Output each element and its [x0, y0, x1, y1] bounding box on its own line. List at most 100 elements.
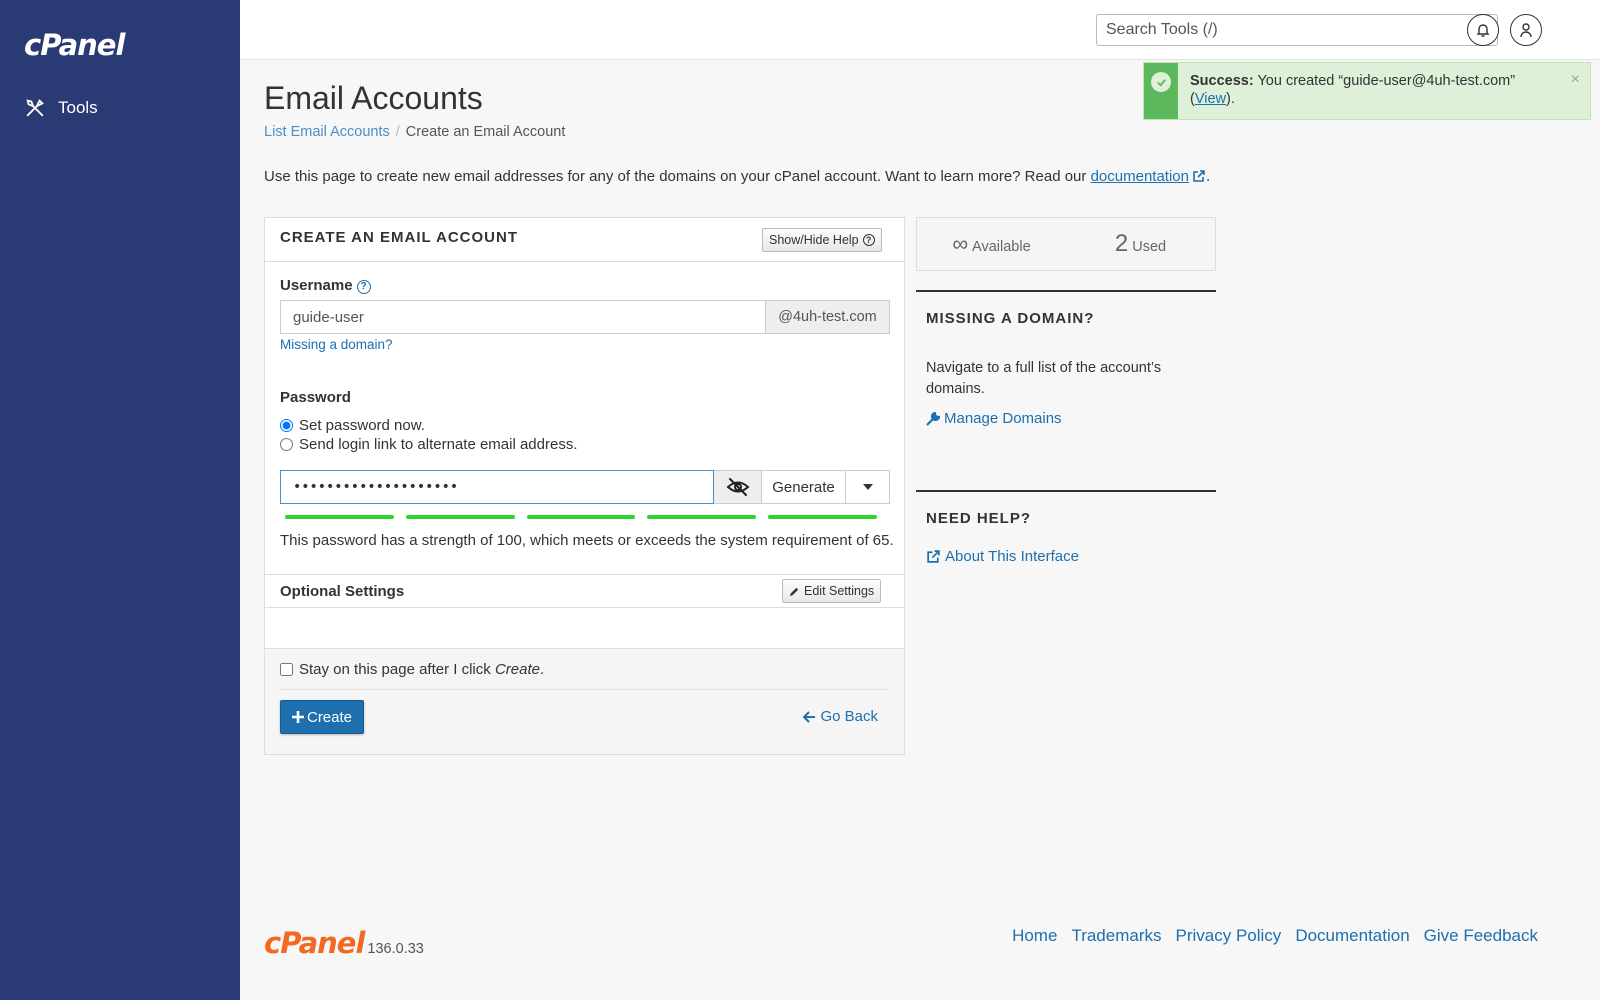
- bell-icon: [1476, 24, 1490, 37]
- top-bar: [240, 0, 1600, 60]
- username-group: @4uh-test.com: [280, 300, 890, 334]
- cpanel-logo[interactable]: cPanel: [24, 28, 125, 62]
- missing-domain-heading: MISSING A DOMAIN?: [926, 310, 1095, 327]
- radio-set-now-input[interactable]: [280, 419, 293, 432]
- user-icon: [1520, 23, 1532, 38]
- panel-footer: Stay on this page after I click Create. …: [265, 648, 904, 754]
- help-icon[interactable]: ?: [356, 280, 371, 294]
- stat-used: 2 Used: [1066, 230, 1215, 258]
- strength-segment: [526, 515, 636, 519]
- question-circle-icon: ?: [862, 234, 875, 246]
- about-interface-link[interactable]: About This Interface: [926, 548, 1079, 565]
- footer-cpanel-logo: cPanel: [264, 926, 365, 960]
- caret-down-icon: [862, 484, 873, 490]
- intro-text: Use this page to create new email addres…: [264, 168, 1210, 185]
- page-title: Email Accounts: [264, 80, 483, 116]
- missing-domain-section: MISSING A DOMAIN? Navigate to a full lis…: [916, 290, 1216, 470]
- sidebar-item-label: Tools: [58, 98, 98, 117]
- panel-header: CREATE AN EMAIL ACCOUNT Show/Hide Help ?: [265, 218, 904, 262]
- panel-body: Username? @4uh-test.com Missing a domain…: [265, 262, 904, 754]
- password-group: Generate: [280, 470, 890, 504]
- notifications-button[interactable]: [1467, 14, 1499, 46]
- create-label: Create: [306, 708, 353, 726]
- radio-set-password-now[interactable]: Set password now.: [280, 417, 425, 434]
- plus-icon: [291, 711, 304, 723]
- show-hide-help-label: Show/Hide Help: [769, 233, 859, 247]
- generate-options-dropdown[interactable]: [846, 470, 890, 504]
- user-menu-button[interactable]: [1510, 14, 1542, 46]
- radio-send-login-link[interactable]: Send login link to alternate email addre…: [280, 436, 578, 453]
- intro-body: Use this page to create new email addres…: [264, 168, 1087, 185]
- account-stats: ∞ Available 2 Used: [916, 217, 1216, 271]
- sidebar-item-tools[interactable]: Tools: [24, 92, 224, 124]
- username-input[interactable]: [280, 300, 766, 334]
- footer-link-documentation[interactable]: Documentation: [1295, 926, 1409, 946]
- edit-settings-button[interactable]: Edit Settings: [782, 579, 882, 603]
- need-help-section: NEED HELP? About This Interface: [916, 490, 1216, 590]
- create-button[interactable]: Create: [280, 700, 364, 734]
- breadcrumb-current: Create an Email Account: [405, 124, 566, 140]
- stat-available: ∞ Available: [917, 231, 1066, 257]
- search-box: [1096, 14, 1498, 46]
- used-value: 2: [1114, 230, 1129, 257]
- main-content: Email Accounts List Email Accounts / Creat…: [240, 60, 1600, 1000]
- strength-segment: [285, 515, 394, 519]
- used-label: Used: [1132, 239, 1167, 255]
- eye-slash-icon: [726, 478, 749, 496]
- password-strength-text: This password has a strength of 100, whi…: [280, 532, 894, 549]
- missing-domain-link[interactable]: Missing a domain?: [280, 337, 393, 352]
- generate-button[interactable]: Generate: [762, 470, 846, 504]
- wrench-icon: [926, 411, 940, 426]
- documentation-link[interactable]: documentation: [1091, 168, 1189, 185]
- about-interface-label: About This Interface: [945, 548, 1079, 565]
- version-number: 136.0.33: [367, 941, 424, 957]
- manage-domains-label: Manage Domains: [944, 410, 1062, 427]
- username-label-text: Username: [280, 277, 353, 294]
- optional-settings-header: Optional Settings Edit Settings: [265, 574, 904, 608]
- go-back-link[interactable]: Go Back: [803, 708, 878, 725]
- footer-logo: cPanel 136.0.33: [264, 926, 424, 960]
- intro-end: .: [1205, 168, 1211, 185]
- available-label: Available: [972, 239, 1031, 255]
- manage-domains-link[interactable]: Manage Domains: [926, 410, 1062, 427]
- breadcrumb-list-email-accounts[interactable]: List Email Accounts: [264, 124, 390, 140]
- footer-link-give-feedback[interactable]: Give Feedback: [1424, 926, 1538, 946]
- username-label: Username?: [280, 277, 371, 294]
- external-link-icon: [1193, 170, 1205, 182]
- domain-addon[interactable]: @4uh-test.com: [766, 300, 890, 334]
- sidebar: cPanel Tools: [0, 0, 240, 1000]
- divider: [280, 689, 889, 690]
- show-hide-help-button[interactable]: Show/Hide Help ?: [762, 228, 882, 252]
- password-input[interactable]: [280, 470, 714, 504]
- toggle-visibility-button[interactable]: [714, 470, 762, 504]
- edit-settings-label: Edit Settings: [804, 584, 875, 598]
- available-value: ∞: [952, 231, 969, 256]
- footer-links: Home Trademarks Privacy Policy Documenta…: [1012, 926, 1538, 946]
- strength-segment: [768, 515, 877, 519]
- breadcrumb-separator: /: [395, 124, 400, 140]
- breadcrumb: List Email Accounts / Create an Email Acco…: [264, 124, 565, 140]
- need-help-heading: NEED HELP?: [926, 510, 1032, 527]
- footer-link-privacy-policy[interactable]: Privacy Policy: [1176, 926, 1282, 946]
- password-label: Password: [280, 389, 351, 406]
- panel-heading: CREATE AN EMAIL ACCOUNT: [280, 229, 518, 246]
- search-input[interactable]: [1097, 15, 1457, 45]
- password-strength-meter: [285, 515, 877, 519]
- stay-on-page-label: Stay on this page after I click Create.: [299, 661, 544, 678]
- tools-icon: [26, 99, 44, 117]
- stay-on-page-checkbox[interactable]: Stay on this page after I click Create.: [280, 661, 544, 678]
- create-email-panel: CREATE AN EMAIL ACCOUNT Show/Hide Help ?…: [264, 217, 905, 755]
- pencil-icon: [789, 587, 799, 596]
- strength-segment: [405, 515, 515, 519]
- footer-link-home[interactable]: Home: [1012, 926, 1057, 946]
- radio-send-link-label: Send login link to alternate email addre…: [299, 436, 578, 453]
- footer-link-trademarks[interactable]: Trademarks: [1071, 926, 1161, 946]
- stay-label-text: Stay on this page after I click: [299, 661, 491, 678]
- radio-set-now-label: Set password now.: [299, 417, 425, 434]
- optional-settings-title: Optional Settings: [280, 583, 405, 600]
- stay-on-page-input[interactable]: [280, 663, 293, 676]
- stay-label-end: .: [539, 661, 545, 678]
- missing-domain-text: Navigate to a full list of the account’s…: [926, 360, 1162, 397]
- strength-segment: [647, 515, 757, 519]
- radio-send-link-input[interactable]: [280, 438, 293, 451]
